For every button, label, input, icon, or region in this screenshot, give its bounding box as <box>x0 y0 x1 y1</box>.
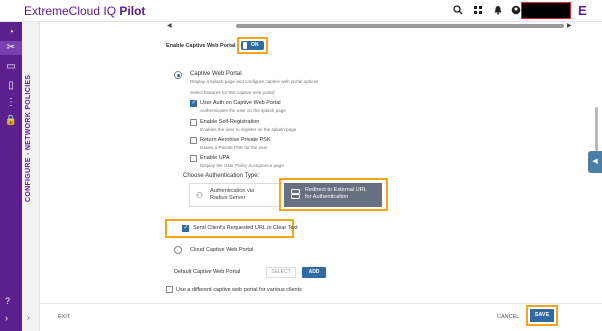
vertical-scrollbar[interactable] <box>595 107 598 151</box>
select-portal-button[interactable]: SELECT <box>266 267 296 278</box>
brand-name: ExtremeCloud IQ <box>24 4 117 18</box>
user-network-icon: ⚇ <box>196 191 204 200</box>
scroll-right-icon[interactable]: ▶ <box>567 22 572 29</box>
bell-icon[interactable] <box>493 5 503 16</box>
captive-toggle[interactable]: ON <box>241 41 264 50</box>
auth-option-line2: for Authentication <box>305 194 349 200</box>
side-panel-tab[interactable]: ◀ <box>588 151 602 173</box>
default-portal-label: Default Captive Web Portal <box>174 269 241 275</box>
feature-desc: Authenticates the user on the splash pag… <box>200 108 286 113</box>
feature-label: Enable UPA <box>200 155 230 161</box>
devices-icon[interactable]: ▭ <box>3 60 19 74</box>
cloud-portal-label: Cloud Captive Web Portal <box>190 247 254 253</box>
collapse-panel-icon[interactable]: › <box>27 313 30 322</box>
save-button[interactable]: SAVE <box>530 309 554 322</box>
server-icon <box>291 189 300 201</box>
feature-desc: Enables the user to register on the spla… <box>200 127 297 132</box>
user-account-box[interactable] <box>521 2 571 19</box>
brand-suffix: Pilot <box>119 4 146 18</box>
dashboard-icon[interactable]: ◔ <box>3 26 19 40</box>
auth-option-redirect[interactable]: Redirect to External URL for Authenticat… <box>284 183 382 207</box>
feature-label: User Auth on Captive Web Portal <box>200 100 281 106</box>
expand-nav-icon[interactable]: › <box>5 313 8 323</box>
clear-text-label: Send Client's Requested URL in Clear Tex… <box>193 225 298 231</box>
toggle-knob <box>243 42 247 49</box>
private-psk-checkbox[interactable] <box>190 137 197 144</box>
captive-portal-desc: Display a splash page and configure capt… <box>190 79 319 84</box>
search-icon[interactable] <box>453 5 463 16</box>
feature-desc: Display the User Policy Acceptance page <box>200 163 284 168</box>
auth-type-label: Choose Authentication Type: <box>183 173 260 179</box>
cancel-button[interactable]: CANCEL <box>497 314 519 320</box>
feature-label: Return Aerohive Private PSK <box>200 137 271 143</box>
section-title: CONFIGURE - NETWORK POLICIES <box>25 74 32 202</box>
app-frame: ◔ ✂ ▭ ▯ ⋮ 🔒 ? › CONFIGURE - NETWORK POLI… <box>0 0 602 331</box>
feature-label: Enable Self-Registration <box>200 119 260 125</box>
clear-text-checkbox[interactable] <box>182 224 189 232</box>
auth-option-line1: Redirect to External URL <box>305 187 367 193</box>
clients-icon[interactable]: ▯ <box>3 79 19 93</box>
horizontal-scrollbar[interactable] <box>236 24 564 28</box>
extreme-logo-icon: E <box>578 3 587 18</box>
exit-button[interactable]: EXIT <box>58 314 70 320</box>
user-auth-checkbox[interactable] <box>190 99 197 107</box>
enable-captive-label: Enable Captive Web Portal <box>166 43 236 49</box>
tools-icon[interactable]: ⋮ <box>3 96 19 110</box>
feature-desc: Issues a Private PSK for the user <box>200 145 268 150</box>
captive-portal-radio[interactable] <box>174 71 182 79</box>
user-icon[interactable] <box>511 5 521 16</box>
help-icon[interactable]: ? <box>5 296 10 306</box>
apps-icon[interactable] <box>473 5 483 16</box>
configure-icon[interactable]: ✂ <box>0 41 22 55</box>
different-portal-checkbox[interactable] <box>166 286 173 293</box>
cloud-portal-radio[interactable] <box>174 246 182 254</box>
auth-option-line1: Authentication via <box>210 188 255 194</box>
captive-portal-title: Captive Web Portal <box>190 71 242 77</box>
left-nav: ◔ ✂ ▭ ▯ ⋮ 🔒 ? › <box>0 0 22 331</box>
auth-option-line2: Radius Server <box>210 195 246 201</box>
add-portal-button[interactable]: ADD <box>302 267 326 278</box>
self-registration-checkbox[interactable] <box>190 119 197 126</box>
security-icon[interactable]: 🔒 <box>3 114 19 128</box>
different-portal-label: Use a different captive web portal for v… <box>176 287 302 293</box>
auth-option-radius[interactable]: ⚇ Authentication via Radius Server <box>189 183 281 207</box>
brand-logo[interactable]: ExtremeCloud IQ Pilot <box>24 4 145 18</box>
enable-upa-checkbox[interactable] <box>190 155 197 162</box>
toggle-label: ON <box>251 42 259 48</box>
select-features-label: Select features for this captive web por… <box>190 90 276 95</box>
scroll-left-icon[interactable]: ◀ <box>167 22 172 29</box>
